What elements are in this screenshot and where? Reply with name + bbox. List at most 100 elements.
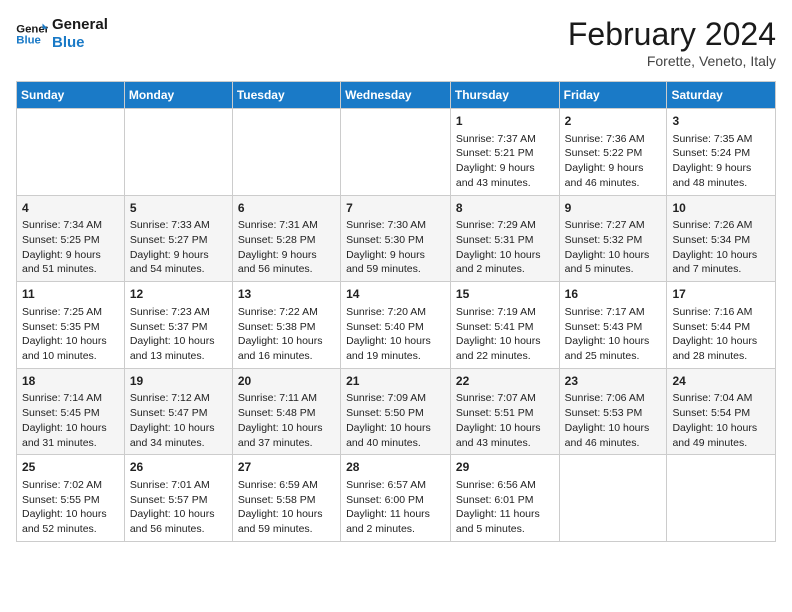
calendar-cell: 27Sunrise: 6:59 AMSunset: 5:58 PMDayligh…	[232, 455, 340, 542]
calendar-cell: 8Sunrise: 7:29 AMSunset: 5:31 PMDaylight…	[450, 195, 559, 282]
weekday-header-tuesday: Tuesday	[232, 82, 340, 109]
day-info: Sunrise: 7:22 AMSunset: 5:38 PMDaylight:…	[238, 305, 335, 364]
day-info: Sunrise: 7:17 AMSunset: 5:43 PMDaylight:…	[565, 305, 662, 364]
day-number: 19	[130, 373, 227, 390]
day-number: 16	[565, 286, 662, 303]
day-number: 21	[346, 373, 445, 390]
logo-blue: Blue	[52, 34, 108, 52]
day-number: 9	[565, 200, 662, 217]
svg-text:Blue: Blue	[16, 35, 41, 47]
day-number: 17	[672, 286, 770, 303]
day-number: 18	[22, 373, 119, 390]
calendar-cell: 11Sunrise: 7:25 AMSunset: 5:35 PMDayligh…	[17, 282, 125, 369]
calendar-cell: 29 Sunrise: 6:56 AMSunset: 6:01 PMDayligh…	[450, 455, 559, 542]
month-title: February 2024	[568, 16, 776, 53]
day-info: Sunrise: 7:09 AMSunset: 5:50 PMDaylight:…	[346, 391, 445, 450]
day-info: Sunrise: 7:04 AMSunset: 5:54 PMDaylight:…	[672, 391, 770, 450]
day-number: 25	[22, 459, 119, 476]
day-number: 10	[672, 200, 770, 217]
day-info: Sunrise: 7:14 AMSunset: 5:45 PMDaylight:…	[22, 391, 119, 450]
calendar-cell	[559, 455, 667, 542]
calendar-cell: 22Sunrise: 7:07 AMSunset: 5:51 PMDayligh…	[450, 368, 559, 455]
calendar-cell: 4Sunrise: 7:34 AMSunset: 5:25 PMDaylight…	[17, 195, 125, 282]
location-subtitle: Forette, Veneto, Italy	[568, 53, 776, 69]
calendar-cell: 18Sunrise: 7:14 AMSunset: 5:45 PMDayligh…	[17, 368, 125, 455]
day-number: 8	[456, 200, 554, 217]
day-info: Sunrise: 7:02 AMSunset: 5:55 PMDaylight:…	[22, 478, 119, 537]
calendar-table: SundayMondayTuesdayWednesdayThursdayFrid…	[16, 81, 776, 542]
calendar-cell: 24Sunrise: 7:04 AMSunset: 5:54 PMDayligh…	[667, 368, 776, 455]
day-number: 4	[22, 200, 119, 217]
calendar-cell: 26 Sunrise: 7:01 AMSunset: 5:57 PMDayligh…	[124, 455, 232, 542]
calendar-week-row: 1Sunrise: 7:37 AMSunset: 5:21 PMDaylight…	[17, 109, 776, 196]
calendar-cell: 23Sunrise: 7:06 AMSunset: 5:53 PMDayligh…	[559, 368, 667, 455]
calendar-cell: 21Sunrise: 7:09 AMSunset: 5:50 PMDayligh…	[341, 368, 451, 455]
day-number: 5	[130, 200, 227, 217]
day-number: 12	[130, 286, 227, 303]
calendar-cell	[667, 455, 776, 542]
calendar-cell: 20Sunrise: 7:11 AMSunset: 5:48 PMDayligh…	[232, 368, 340, 455]
day-info: Sunrise: 7:20 AMSunset: 5:40 PMDaylight:…	[346, 305, 445, 364]
calendar-week-row: 18Sunrise: 7:14 AMSunset: 5:45 PMDayligh…	[17, 368, 776, 455]
day-info: Sunrise: 7:06 AMSunset: 5:53 PMDaylight:…	[565, 391, 662, 450]
day-info: Sunrise: 7:07 AMSunset: 5:51 PMDaylight:…	[456, 391, 554, 450]
calendar-cell	[17, 109, 125, 196]
weekday-header-saturday: Saturday	[667, 82, 776, 109]
calendar-week-row: 25 Sunrise: 7:02 AMSunset: 5:55 PMDayligh…	[17, 455, 776, 542]
day-number: 13	[238, 286, 335, 303]
day-info: Sunrise: 6:56 AMSunset: 6:01 PMDaylight:…	[456, 478, 554, 537]
calendar-cell: 16 Sunrise: 7:17 AMSunset: 5:43 PMDayligh…	[559, 282, 667, 369]
day-info: Sunrise: 7:11 AMSunset: 5:48 PMDaylight:…	[238, 391, 335, 450]
calendar-cell: 15Sunrise: 7:19 AMSunset: 5:41 PMDayligh…	[450, 282, 559, 369]
day-info: Sunrise: 7:30 AMSunset: 5:30 PMDaylight:…	[346, 218, 445, 277]
calendar-cell: 9Sunrise: 7:27 AMSunset: 5:32 PMDaylight…	[559, 195, 667, 282]
day-number: 14	[346, 286, 445, 303]
day-number: 3	[672, 113, 770, 130]
day-info: Sunrise: 7:35 AMSunset: 5:24 PMDaylight:…	[672, 132, 770, 191]
day-info: Sunrise: 7:33 AMSunset: 5:27 PMDaylight:…	[130, 218, 227, 277]
calendar-cell: 14 Sunrise: 7:20 AMSunset: 5:40 PMDayligh…	[341, 282, 451, 369]
calendar-cell: 2 Sunrise: 7:36 AMSunset: 5:22 PMDaylight…	[559, 109, 667, 196]
calendar-cell: 12 Sunrise: 7:23 AMSunset: 5:37 PMDayligh…	[124, 282, 232, 369]
page-header: General Blue General Blue February 2024 …	[16, 16, 776, 69]
calendar-cell: 1Sunrise: 7:37 AMSunset: 5:21 PMDaylight…	[450, 109, 559, 196]
calendar-cell: 6Sunrise: 7:31 AMSunset: 5:28 PMDaylight…	[232, 195, 340, 282]
weekday-header-sunday: Sunday	[17, 82, 125, 109]
weekday-header-row: SundayMondayTuesdayWednesdayThursdayFrid…	[17, 82, 776, 109]
title-block: February 2024 Forette, Veneto, Italy	[568, 16, 776, 69]
day-number: 7	[346, 200, 445, 217]
day-number: 26	[130, 459, 227, 476]
day-number: 15	[456, 286, 554, 303]
day-number: 20	[238, 373, 335, 390]
calendar-cell	[232, 109, 340, 196]
day-info: Sunrise: 7:12 AMSunset: 5:47 PMDaylight:…	[130, 391, 227, 450]
day-info: Sunrise: 7:01 AMSunset: 5:57 PMDaylight:…	[130, 478, 227, 537]
calendar-cell: 3 Sunrise: 7:35 AMSunset: 5:24 PMDaylight…	[667, 109, 776, 196]
logo: General Blue General Blue	[16, 16, 108, 52]
day-number: 2	[565, 113, 662, 130]
day-number: 6	[238, 200, 335, 217]
calendar-cell: 5Sunrise: 7:33 AMSunset: 5:27 PMDaylight…	[124, 195, 232, 282]
day-number: 23	[565, 373, 662, 390]
day-info: Sunrise: 7:36 AMSunset: 5:22 PMDaylight:…	[565, 132, 662, 191]
day-number: 27	[238, 459, 335, 476]
day-info: Sunrise: 6:57 AMSunset: 6:00 PMDaylight:…	[346, 478, 445, 537]
weekday-header-thursday: Thursday	[450, 82, 559, 109]
day-number: 22	[456, 373, 554, 390]
day-info: Sunrise: 7:31 AMSunset: 5:28 PMDaylight:…	[238, 218, 335, 277]
calendar-cell: 19Sunrise: 7:12 AMSunset: 5:47 PMDayligh…	[124, 368, 232, 455]
day-info: Sunrise: 7:25 AMSunset: 5:35 PMDaylight:…	[22, 305, 119, 364]
logo-icon: General Blue	[16, 20, 48, 48]
logo-general: General	[52, 16, 108, 34]
day-info: Sunrise: 7:26 AMSunset: 5:34 PMDaylight:…	[672, 218, 770, 277]
day-number: 24	[672, 373, 770, 390]
calendar-cell	[341, 109, 451, 196]
calendar-cell: 13 Sunrise: 7:22 AMSunset: 5:38 PMDayligh…	[232, 282, 340, 369]
calendar-cell	[124, 109, 232, 196]
calendar-cell: 17Sunrise: 7:16 AMSunset: 5:44 PMDayligh…	[667, 282, 776, 369]
day-number: 28	[346, 459, 445, 476]
calendar-cell: 10Sunrise: 7:26 AMSunset: 5:34 PMDayligh…	[667, 195, 776, 282]
day-info: Sunrise: 7:23 AMSunset: 5:37 PMDaylight:…	[130, 305, 227, 364]
day-number: 29	[456, 459, 554, 476]
day-info: Sunrise: 7:29 AMSunset: 5:31 PMDaylight:…	[456, 218, 554, 277]
